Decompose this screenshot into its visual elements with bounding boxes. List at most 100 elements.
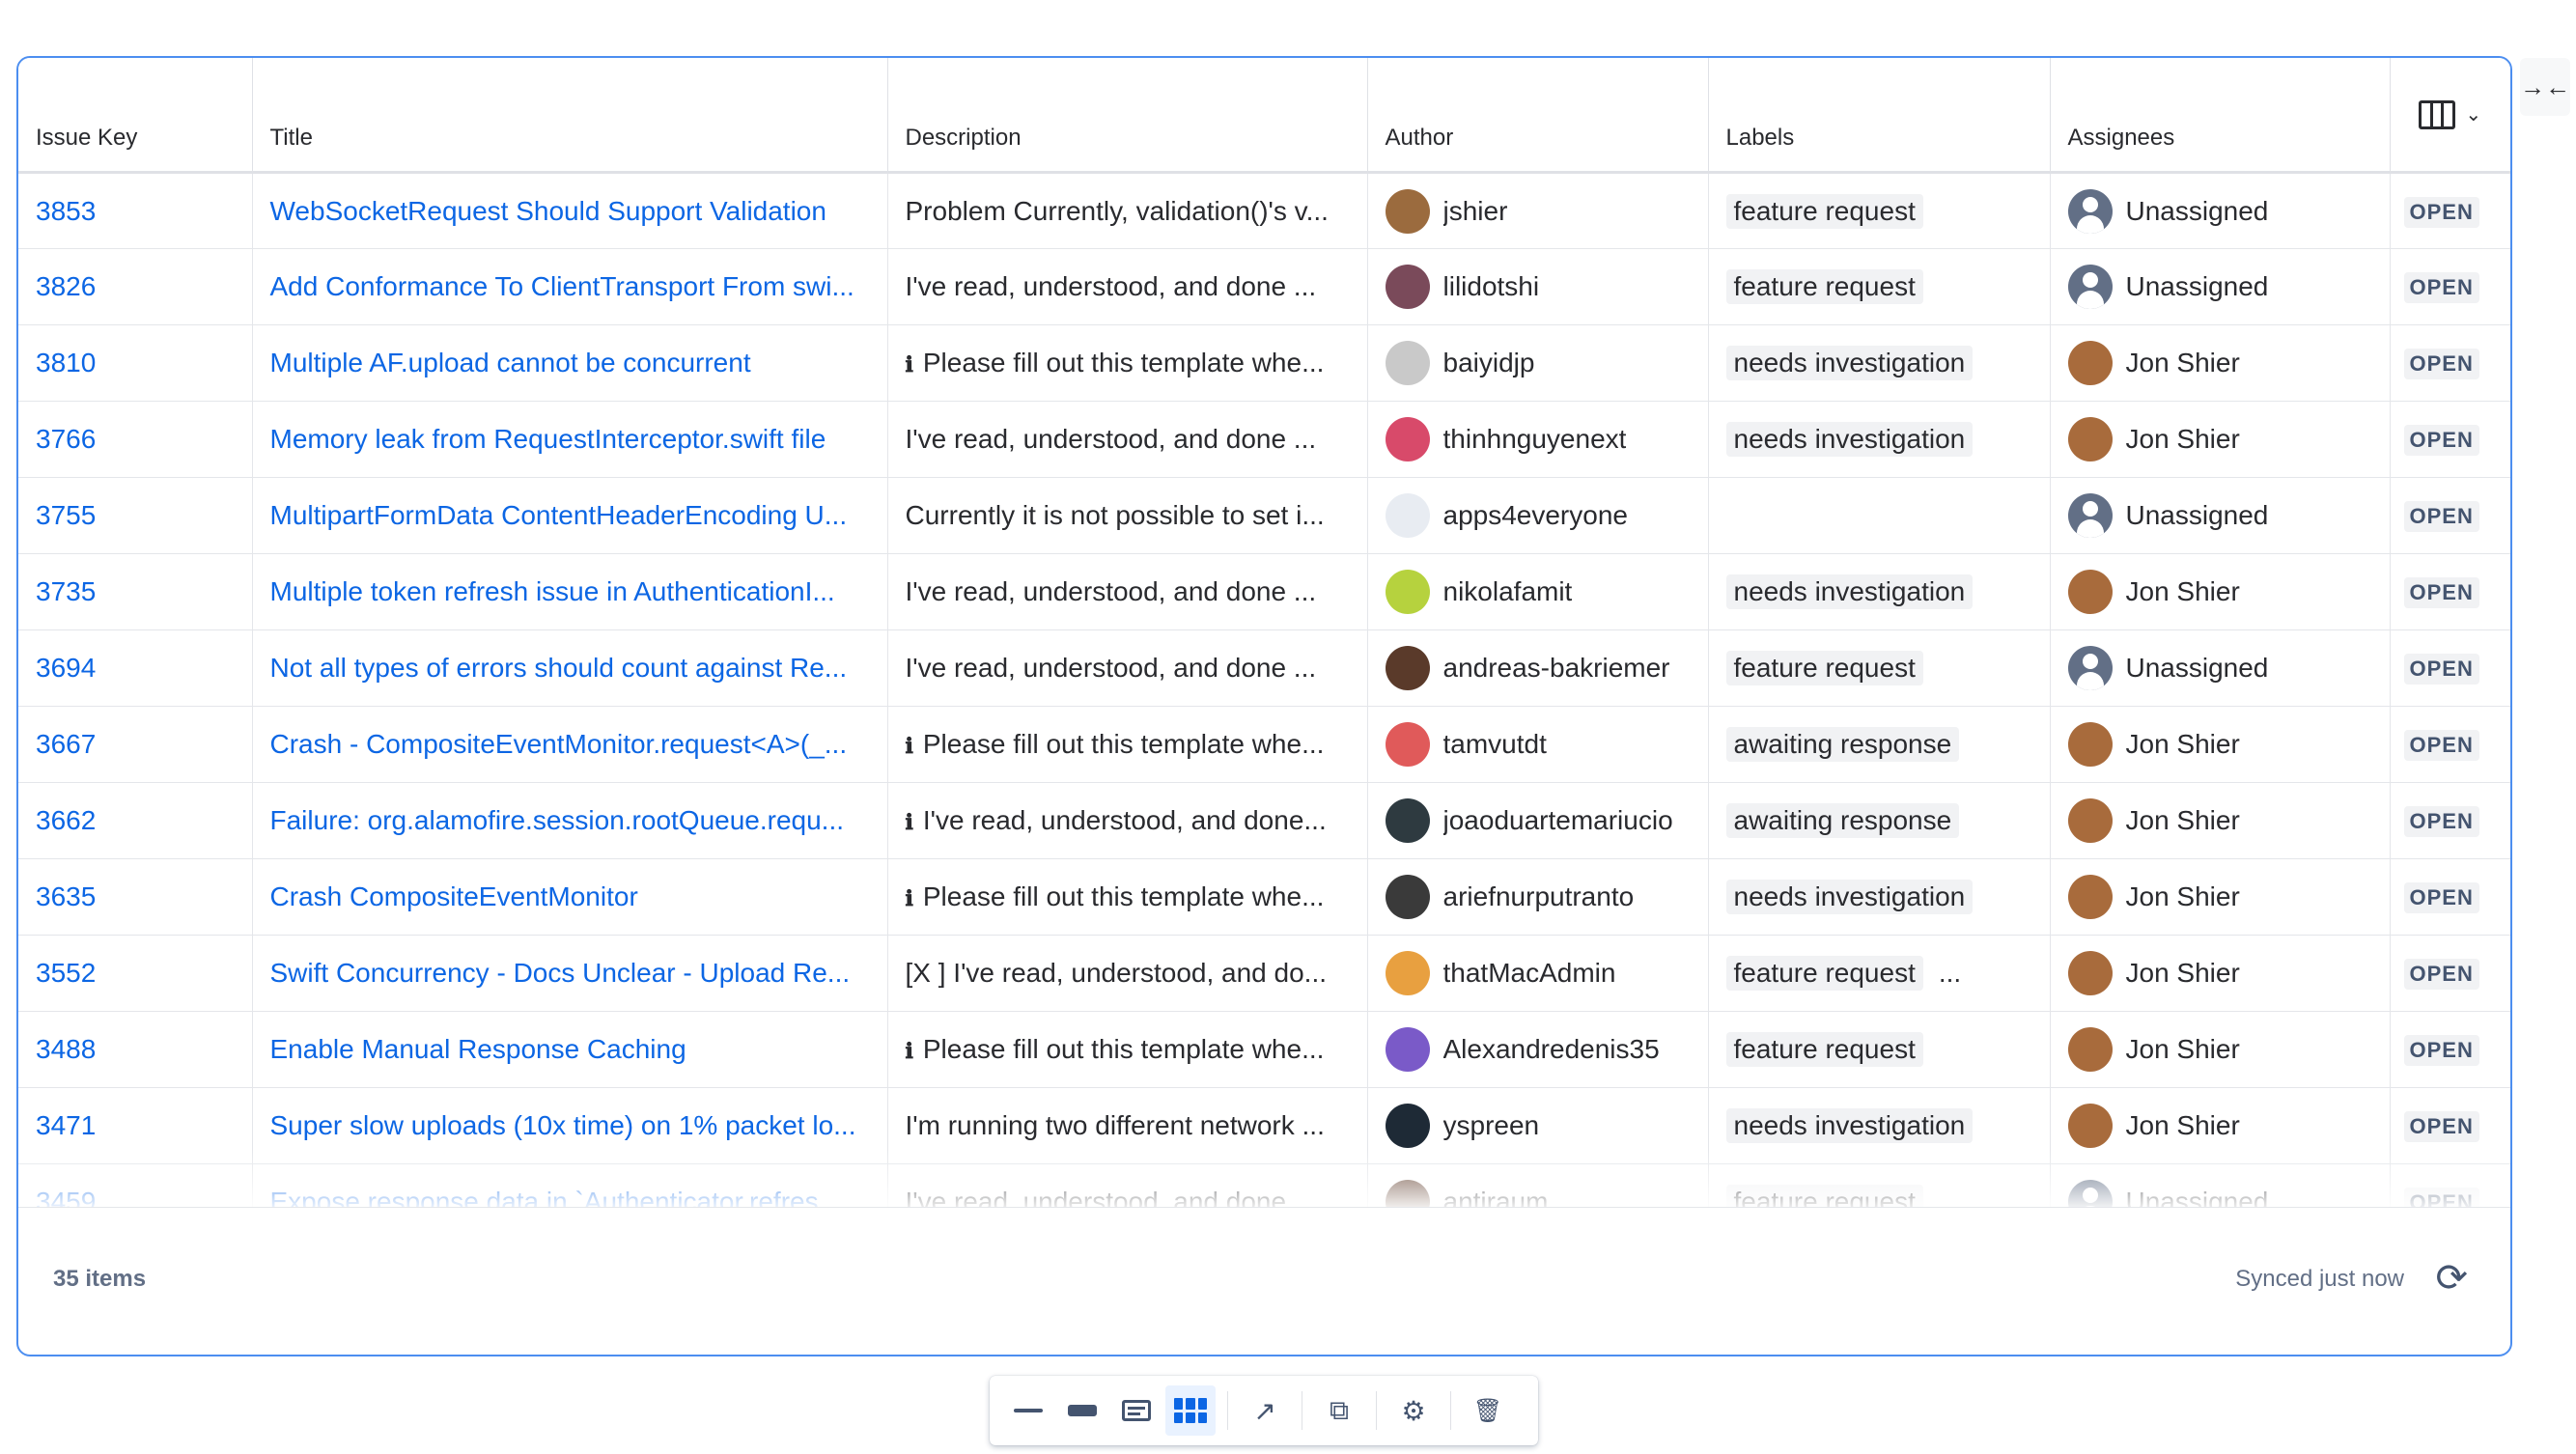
bar-view-button[interactable]	[1057, 1385, 1107, 1436]
issue-title-link[interactable]: MultipartFormData ContentHeaderEncoding …	[270, 500, 848, 530]
issue-key-link[interactable]: 3810	[36, 348, 96, 377]
table-row[interactable]: 3459 Expose response data in `Authentica…	[18, 1163, 2510, 1207]
assignee-name: Jon Shier	[2125, 729, 2240, 759]
column-header-author[interactable]: Author	[1367, 58, 1709, 174]
status-badge[interactable]: OPEN	[2403, 272, 2479, 303]
table-row[interactable]: 3552 Swift Concurrency - Docs Unclear - …	[18, 935, 2510, 1012]
column-picker[interactable]: ⌄	[2390, 58, 2510, 174]
table-row[interactable]: 3488 Enable Manual Response Caching ℹ Ple…	[18, 1011, 2510, 1088]
status-badge[interactable]: OPEN	[2403, 959, 2479, 990]
issue-title-link[interactable]: Super slow uploads (10x time) on 1% pack…	[270, 1110, 856, 1140]
issue-title-link[interactable]: Not all types of errors should count aga…	[270, 653, 848, 683]
assignee-cell: Jon Shier	[2050, 1011, 2391, 1088]
issue-title-link[interactable]: Multiple token refresh issue in Authenti…	[270, 576, 835, 606]
label-pill[interactable]: needs investigation	[1725, 346, 1974, 380]
refresh-icon[interactable]: ⟳	[2435, 1256, 2468, 1300]
table-row[interactable]: 3755 MultipartFormData ContentHeaderEnco…	[18, 477, 2510, 554]
issue-title-link[interactable]: Crash - CompositeEventMonitor.request<A>…	[270, 729, 848, 759]
card-view-button[interactable]	[1111, 1385, 1162, 1436]
issue-key-link[interactable]: 3694	[36, 653, 96, 683]
status-badge[interactable]: OPEN	[2403, 501, 2479, 532]
table-row[interactable]: 3735 Multiple token refresh issue in Aut…	[18, 553, 2510, 630]
status-badge[interactable]: OPEN	[2403, 349, 2479, 379]
column-header-title[interactable]: Title	[252, 58, 888, 174]
avatar	[2067, 341, 2113, 385]
issue-title-link[interactable]: Memory leak from RequestInterceptor.swif…	[270, 424, 826, 454]
issue-key-link[interactable]: 3488	[36, 1034, 96, 1064]
author-name: joaoduartemariucio	[1442, 805, 1673, 835]
label-pill[interactable]: feature request	[1725, 651, 1923, 685]
author-name: ariefnurputranto	[1442, 881, 1635, 911]
table-row[interactable]: 3667 Crash - CompositeEventMonitor.reque…	[18, 706, 2510, 783]
status-badge[interactable]: OPEN	[2403, 196, 2479, 228]
table-row[interactable]: 3635 Crash CompositeEventMonitor ℹ Please…	[18, 858, 2510, 936]
table-row[interactable]: 3471 Super slow uploads (10x time) on 1%…	[18, 1087, 2510, 1164]
table-row[interactable]: 3694 Not all types of errors should coun…	[18, 629, 2510, 707]
label-pill[interactable]: feature request	[1725, 1032, 1923, 1067]
issue-key-link[interactable]: 3755	[36, 500, 96, 530]
issue-key-link[interactable]: 3667	[36, 729, 96, 759]
issue-key-link[interactable]: 3635	[36, 881, 96, 911]
collapse-icon[interactable]: →←	[2520, 58, 2570, 116]
issue-title-link[interactable]: Crash CompositeEventMonitor	[270, 881, 638, 911]
label-pill[interactable]: feature request	[1725, 956, 1923, 991]
label-pill[interactable]: needs investigation	[1725, 574, 1974, 609]
issue-key-link[interactable]: 3471	[36, 1110, 96, 1140]
issues-table: Issue Key Title Description Author Label…	[18, 58, 2510, 1207]
column-header-issue-key[interactable]: Issue Key	[18, 58, 253, 174]
issue-title-link[interactable]: Failure: org.alamofire.session.rootQueue…	[270, 805, 845, 835]
table-row[interactable]: 3662 Failure: org.alamofire.session.root…	[18, 782, 2510, 859]
issue-title-link[interactable]: Multiple AF.upload cannot be concurrent	[270, 348, 751, 377]
assignee-cell: Unassigned	[2050, 172, 2391, 249]
label-pill[interactable]: feature request	[1725, 193, 1923, 229]
status-badge[interactable]: OPEN	[2403, 1111, 2479, 1142]
settings-button[interactable]: ⚙	[1388, 1385, 1439, 1436]
status-badge[interactable]: OPEN	[2403, 730, 2479, 761]
issue-title-link[interactable]: Enable Manual Response Caching	[270, 1034, 686, 1064]
open-external-button[interactable]: ↗	[1240, 1385, 1290, 1436]
table-row[interactable]: 3810 Multiple AF.upload cannot be concur…	[18, 324, 2510, 402]
label-pill[interactable]: needs investigation	[1725, 1108, 1974, 1143]
chevron-down-icon[interactable]: ⌄	[2465, 102, 2481, 126]
status-badge[interactable]: OPEN	[2403, 1188, 2479, 1207]
inline-view-button[interactable]	[1003, 1385, 1053, 1436]
table-row[interactable]: 3853 WebSocketRequest Should Support Val…	[18, 172, 2510, 249]
issue-key-link[interactable]: 3766	[36, 424, 96, 454]
status-badge[interactable]: OPEN	[2403, 654, 2479, 685]
status-badge[interactable]: OPEN	[2403, 577, 2479, 608]
issue-key-link[interactable]: 3853	[36, 196, 96, 226]
unassigned-avatar	[2067, 188, 2113, 234]
column-header-labels[interactable]: Labels	[1708, 58, 2051, 174]
columns-icon[interactable]	[2419, 99, 2456, 129]
issue-key-link[interactable]: 3459	[36, 1187, 96, 1207]
issue-key-link[interactable]: 3735	[36, 576, 96, 606]
column-header-assignees[interactable]: Assignees	[2050, 58, 2391, 174]
issue-key-link[interactable]: 3552	[36, 958, 96, 988]
status-badge[interactable]: OPEN	[2403, 882, 2479, 913]
copy-button[interactable]: ⧉	[1314, 1385, 1364, 1436]
label-pill[interactable]: awaiting response	[1725, 803, 1960, 838]
table-scroll-area[interactable]: Issue Key Title Description Author Label…	[18, 58, 2510, 1207]
table-row[interactable]: 3826 Add Conformance To ClientTransport …	[18, 248, 2510, 325]
label-pill[interactable]: feature request	[1725, 269, 1923, 304]
label-pill[interactable]: feature request	[1725, 1185, 1923, 1207]
column-header-description[interactable]: Description	[887, 58, 1368, 174]
issue-key-link[interactable]: 3826	[36, 271, 96, 301]
issue-key-link[interactable]: 3662	[36, 805, 96, 835]
assignee-cell: Jon Shier	[2050, 858, 2391, 936]
label-pill[interactable]: awaiting response	[1725, 727, 1960, 762]
delete-button[interactable]: 🗑	[1463, 1385, 1513, 1436]
label-pill[interactable]: needs investigation	[1725, 880, 1974, 914]
issue-title-link[interactable]: Add Conformance To ClientTransport From …	[270, 271, 854, 301]
table-view-button[interactable]	[1165, 1385, 1216, 1436]
status-badge[interactable]: OPEN	[2403, 1035, 2479, 1066]
issue-title-link[interactable]: Swift Concurrency - Docs Unclear - Uploa…	[270, 958, 851, 988]
status-badge[interactable]: OPEN	[2403, 425, 2479, 456]
issue-title-link[interactable]: WebSocketRequest Should Support Validati…	[270, 196, 826, 226]
labels-cell: needs investigation	[1708, 324, 2051, 402]
label-pill[interactable]: needs investigation	[1725, 422, 1974, 457]
more-labels[interactable]: ...	[1939, 958, 1961, 988]
table-row[interactable]: 3766 Memory leak from RequestInterceptor…	[18, 401, 2510, 478]
issue-title-link[interactable]: Expose response data in `Authenticator.r…	[270, 1187, 841, 1207]
status-badge[interactable]: OPEN	[2403, 806, 2479, 837]
